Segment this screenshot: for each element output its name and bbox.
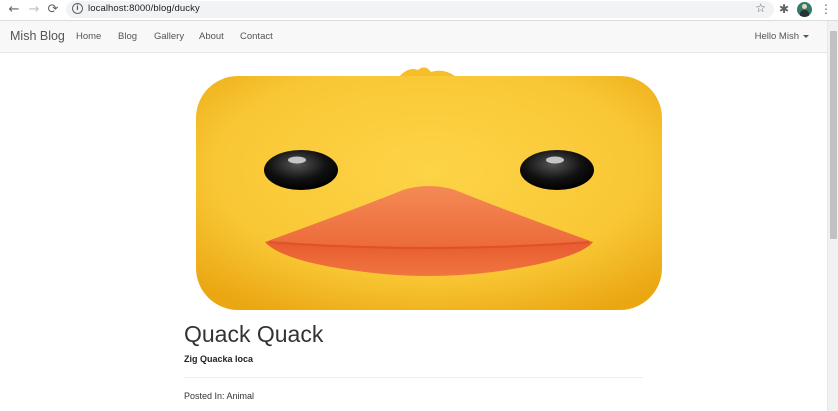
extensions-puzzle-icon[interactable]: ✱ [779, 2, 789, 16]
posted-in-category: Posted In: Animal [184, 391, 255, 401]
nav-link-contact[interactable]: Contact [240, 31, 273, 42]
scrollbar-thumb[interactable] [830, 31, 837, 239]
post-subtitle: Zig Quacka loca [184, 354, 254, 364]
divider [184, 377, 643, 378]
nav-link-blog[interactable]: Blog [118, 31, 137, 42]
navbar-brand[interactable]: Mish Blog [10, 29, 65, 43]
reload-icon[interactable]: ⟳ [45, 2, 61, 18]
nav-link-gallery[interactable]: Gallery [154, 31, 184, 42]
nav-link-about[interactable]: About [199, 31, 224, 42]
nav-link-home[interactable]: Home [76, 31, 101, 42]
caret-down-icon [803, 34, 809, 38]
duck-eye-right [520, 150, 594, 190]
bookmark-star-icon[interactable]: ☆ [755, 1, 766, 15]
post-image-duck [196, 67, 662, 310]
avatar-body [800, 10, 809, 17]
address-bar[interactable]: i localhost:8000/blog/ducky ☆ [66, 1, 774, 18]
user-dropdown[interactable]: Hello Mish [755, 31, 809, 42]
duck-eye-left [264, 150, 338, 190]
profile-avatar[interactable] [797, 2, 812, 17]
forward-arrow-icon[interactable]: → [26, 2, 42, 18]
avatar-head [802, 4, 807, 9]
site-info-icon[interactable]: i [72, 3, 83, 14]
page-scrollbar[interactable] [827, 21, 838, 411]
user-greeting: Hello Mish [754, 31, 799, 42]
browser-toolbar: ← → ⟳ i localhost:8000/blog/ducky ☆ ✱ ⋮ [0, 0, 838, 21]
address-url[interactable]: localhost:8000/blog/ducky [88, 3, 200, 14]
site-navbar: Mish Blog Home Blog Gallery About Contac… [0, 21, 827, 53]
back-arrow-icon[interactable]: ← [6, 2, 22, 18]
duck-eye-left-highlight [288, 156, 306, 164]
duck-eye-right-highlight [546, 156, 564, 164]
browser-menu-icon[interactable]: ⋮ [820, 2, 832, 16]
post-title: Quack Quack [184, 321, 324, 347]
